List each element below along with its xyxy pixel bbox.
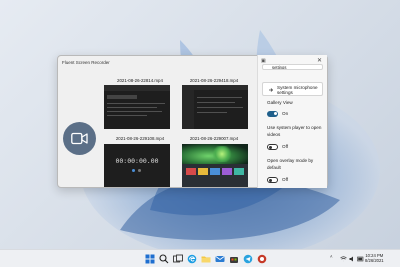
gallery-view-toggle[interactable] [267,111,278,117]
system-player-state: Off [282,144,289,149]
recording-filename: 2021-08-26-22814.mp4 [117,78,163,83]
store-icon[interactable] [229,254,239,264]
mail-icon[interactable] [215,254,225,264]
task-view-icon[interactable] [173,254,183,264]
clock-date: 8/26/2021 [365,258,384,264]
microphone-settings-button[interactable]: System microphone settings [262,82,323,96]
system-player-toggle[interactable] [267,144,278,150]
recording-filename: 2021-08-26-229108.mp4 [115,136,165,141]
file-explorer-icon[interactable] [201,254,211,264]
settings-link-button[interactable]: settings [262,64,323,70]
edge-browser-icon[interactable] [187,254,197,264]
microphone-settings-label: System microphone settings [277,85,318,95]
chevron-up-icon[interactable]: ˄ [330,254,333,259]
recording-thumbnail[interactable] [182,85,248,129]
window-title: Fluent Screen Recorder [62,60,110,65]
gallery-view-state: On [282,111,289,116]
overlay-mode-label: Open overlay mode by default [267,158,314,170]
taskbar: ˄ 10:24 PM 8/26/2021 [0,249,400,267]
overlay-mode-toggle[interactable] [267,177,278,183]
recording-thumbnail[interactable] [104,85,170,129]
record-dot-icon [132,169,135,172]
link-icon [269,88,274,92]
recording-filename: 2021-08-26-229007.mp4 [189,136,239,141]
settings-panel: ▣ ✕ settings System microphone settings … [257,55,327,188]
gallery-view-label: Gallery View [267,100,293,105]
video-camera-icon [71,132,88,145]
recording-timer: 00:00:00.00 [115,157,159,165]
stop-dot-icon [138,169,141,172]
recording-filename: 2021-08-26-229418.mp4 [189,78,239,83]
overlay-mode-state: Off [282,177,289,182]
volume-icon[interactable] [349,256,356,262]
search-icon[interactable] [159,254,169,264]
start-windows-icon[interactable] [145,254,155,264]
recording-thumbnail[interactable] [182,144,248,187]
system-player-label: Use system player to open videos [267,125,322,137]
battery-icon[interactable] [357,256,364,262]
telegram-icon[interactable] [243,254,253,264]
system-clock[interactable]: 10:24 PM 8/26/2021 [365,253,384,263]
wifi-icon[interactable] [340,256,347,262]
record-button[interactable] [63,122,96,155]
screen-recorder-app-icon[interactable] [257,254,267,264]
settings-link-label: settings [272,65,287,70]
title-bar[interactable]: Fluent Screen Recorder [58,56,258,70]
recording-thumbnail[interactable]: 00:00:00.00 [104,144,170,187]
close-icon[interactable]: ✕ [317,57,322,64]
